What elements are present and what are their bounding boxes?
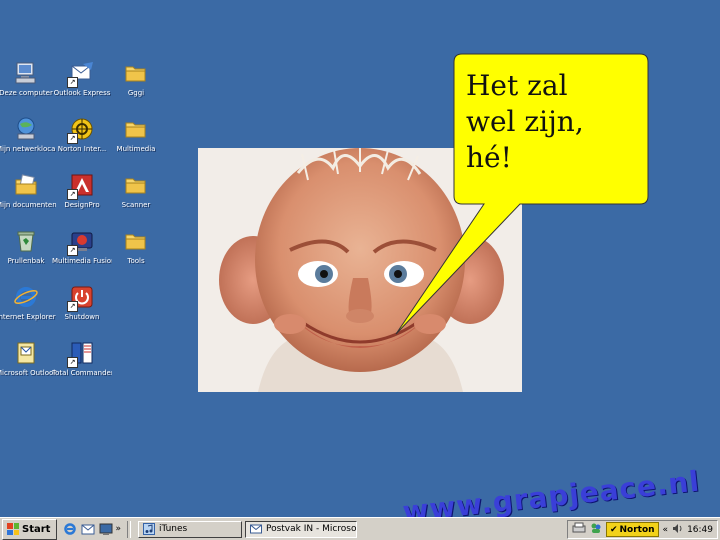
desktop-icon-label: Norton Inter... bbox=[57, 145, 107, 153]
desktop-icon-label: Shutdown bbox=[64, 313, 100, 321]
norton-label: Norton bbox=[619, 524, 655, 535]
messenger-tray-icon[interactable] bbox=[590, 522, 602, 537]
internet-explorer-icon bbox=[13, 284, 39, 310]
norton-tray-button[interactable]: ✔ Norton bbox=[605, 522, 659, 537]
desktop-icon-label: Mijn documenten bbox=[0, 201, 56, 209]
network-places-icon bbox=[13, 116, 39, 142]
total-commander-icon: ↗ bbox=[67, 340, 95, 368]
desktop-icon-folder-tools[interactable]: Tools bbox=[106, 228, 166, 266]
internet-explorer-quicklaunch-icon[interactable] bbox=[63, 522, 77, 536]
speech-line: Het zal bbox=[466, 69, 568, 102]
desktop-icon-label: Prullenbak bbox=[7, 257, 45, 265]
recycle-bin-icon bbox=[13, 228, 39, 254]
desktop-icon-norton[interactable]: ↗ Norton Inter... bbox=[52, 116, 112, 154]
desktop-icon-folder-multimedia[interactable]: Multimedia bbox=[106, 116, 166, 154]
system-tray: ✔ Norton « 16:49 bbox=[566, 520, 718, 539]
taskbar-item-label: iTunes bbox=[158, 524, 188, 534]
folder-icon bbox=[123, 60, 149, 86]
microsoft-outlook-icon bbox=[13, 340, 39, 366]
speech-bubble-text: Het zal wel zijn, hé! bbox=[466, 68, 616, 176]
desktop-icon-label: Internet Explorer bbox=[0, 313, 56, 321]
desktop-icon-network-places[interactable]: Mijn netwerkloca... bbox=[0, 116, 56, 154]
speech-line: hé! bbox=[466, 141, 512, 174]
designpro-icon: ↗ bbox=[67, 172, 95, 200]
taskbar: Start » iTunes Postvak IN - Microsoft O.… bbox=[0, 517, 720, 540]
desktop-icon-label: Multimedia bbox=[116, 145, 156, 153]
desktop-icon-my-documents[interactable]: Mijn documenten bbox=[0, 172, 56, 210]
outlook-inbox-icon bbox=[249, 523, 262, 535]
tray-expand-chevron[interactable]: « bbox=[663, 525, 669, 535]
shortcut-arrow-icon: ↗ bbox=[67, 301, 78, 312]
outlook-express-icon: ↗ bbox=[67, 60, 95, 88]
printer-tray-icon[interactable] bbox=[572, 522, 586, 537]
taskbar-separator bbox=[126, 520, 131, 538]
baby-face-photo bbox=[198, 148, 522, 392]
desktop-icon-microsoft-outlook[interactable]: Microsoft Outlook bbox=[0, 340, 56, 378]
desktop: Deze computer Mijn netwerkloca... Mijn d… bbox=[0, 0, 720, 529]
norton-check-icon: ✔ bbox=[609, 524, 618, 535]
desktop-icon-label: Mijn netwerkloca... bbox=[0, 145, 56, 153]
desktop-icon-label: Microsoft Outlook bbox=[0, 369, 56, 377]
my-documents-icon bbox=[13, 172, 39, 198]
desktop-icon-my-computer[interactable]: Deze computer bbox=[0, 60, 56, 98]
shortcut-arrow-icon: ↗ bbox=[67, 189, 78, 200]
desktop-quicklaunch-icon[interactable] bbox=[99, 522, 113, 536]
shortcut-arrow-icon: ↗ bbox=[67, 357, 78, 368]
desktop-icon-label: Total Commander bbox=[52, 369, 112, 377]
clock[interactable]: 16:49 bbox=[687, 525, 713, 535]
shortcut-arrow-icon: ↗ bbox=[67, 245, 78, 256]
desktop-icon-total-commander[interactable]: ↗ Total Commander bbox=[52, 340, 112, 378]
desktop-icon-label: Gggi bbox=[127, 89, 145, 97]
norton-internet-security-icon: ↗ bbox=[67, 116, 95, 144]
start-button[interactable]: Start bbox=[2, 518, 58, 540]
taskbar-item-itunes[interactable]: iTunes bbox=[137, 520, 242, 538]
outlook-quicklaunch-icon[interactable] bbox=[81, 522, 95, 536]
shutdown-icon: ↗ bbox=[67, 284, 95, 312]
speech-line: wel zijn, bbox=[466, 105, 584, 138]
folder-icon bbox=[123, 172, 149, 198]
desktop-icon-label: Tools bbox=[127, 257, 145, 265]
desktop-icon-designpro[interactable]: ↗ DesignPro bbox=[52, 172, 112, 210]
desktop-icon-internet-explorer[interactable]: Internet Explorer bbox=[0, 284, 56, 322]
desktop-icon-label: DesignPro bbox=[64, 201, 100, 209]
start-label: Start bbox=[22, 523, 51, 535]
shortcut-arrow-icon: ↗ bbox=[67, 77, 78, 88]
desktop-icon-shutdown[interactable]: ↗ Shutdown bbox=[52, 284, 112, 322]
my-computer-icon bbox=[13, 60, 39, 86]
desktop-icon-label: Multimedia Fusion D... bbox=[52, 257, 112, 265]
desktop-icon-multimedia-fusion[interactable]: ↗ Multimedia Fusion D... bbox=[52, 228, 112, 266]
quick-launch bbox=[63, 522, 113, 536]
quick-launch-chevron[interactable]: » bbox=[115, 524, 121, 534]
multimedia-fusion-icon: ↗ bbox=[67, 228, 95, 256]
windows-flag-icon bbox=[7, 523, 19, 535]
desktop-icon-folder-gggi[interactable]: Gggi bbox=[106, 60, 166, 98]
folder-icon bbox=[123, 228, 149, 254]
folder-icon bbox=[123, 116, 149, 142]
desktop-icon-label: Deze computer bbox=[0, 89, 53, 97]
shortcut-arrow-icon: ↗ bbox=[67, 133, 78, 144]
taskbar-item-label: Postvak IN - Microsoft O... bbox=[265, 524, 357, 534]
desktop-icon-label: Scanner bbox=[121, 201, 151, 209]
desktop-icon-outlook-express[interactable]: ↗ Outlook Express bbox=[52, 60, 112, 98]
taskbar-item-postvak-in[interactable]: Postvak IN - Microsoft O... bbox=[244, 520, 357, 538]
desktop-icon-label: Outlook Express bbox=[53, 89, 111, 97]
itunes-icon bbox=[142, 523, 155, 535]
desktop-icon-folder-scanner[interactable]: Scanner bbox=[106, 172, 166, 210]
desktop-icon-recycle-bin[interactable]: Prullenbak bbox=[0, 228, 56, 266]
volume-icon[interactable] bbox=[672, 523, 683, 537]
